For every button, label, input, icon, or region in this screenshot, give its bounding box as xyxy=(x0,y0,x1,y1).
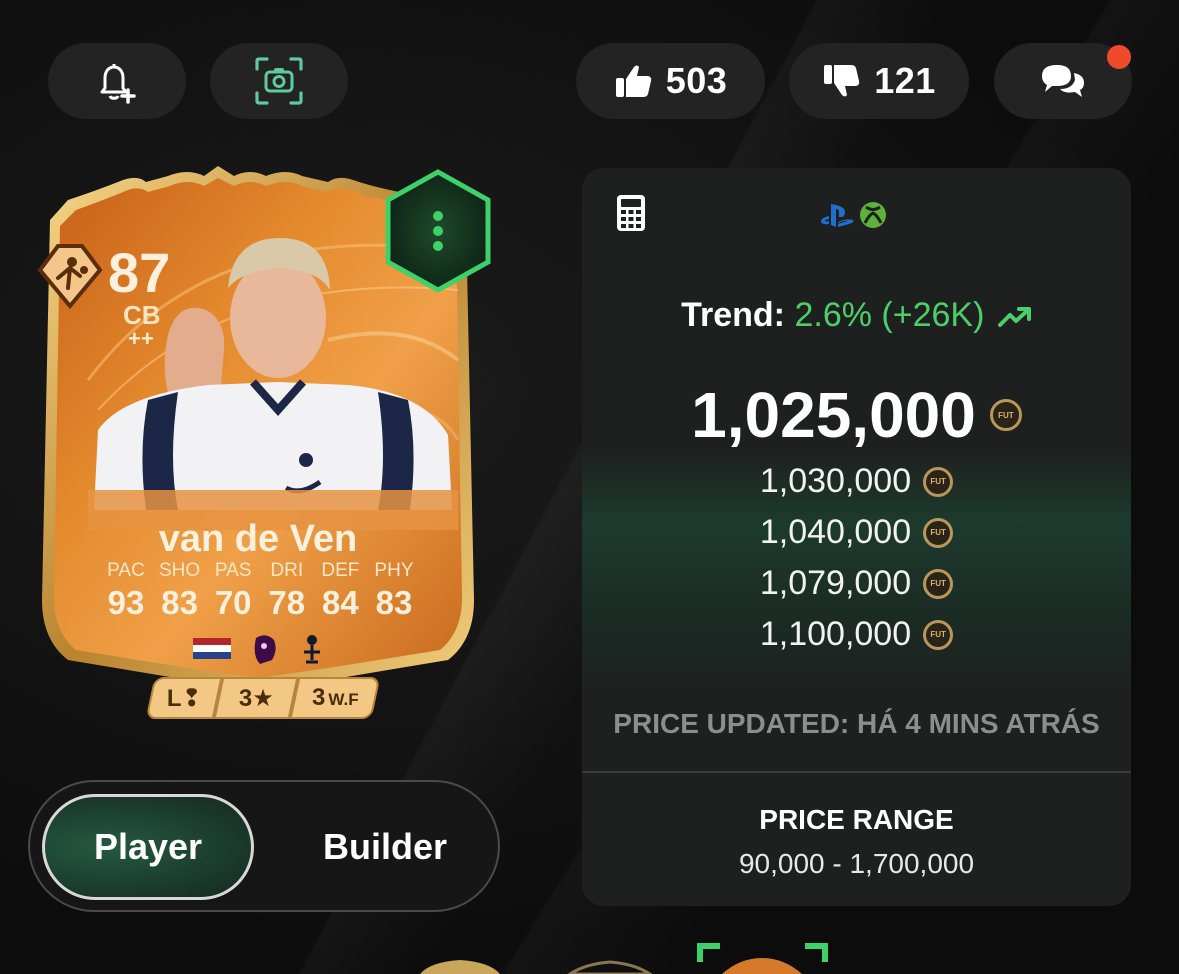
calculator-icon[interactable] xyxy=(616,194,646,232)
position-plus: ++ xyxy=(128,326,154,351)
listing-price-row: 1,030,000 FUT xyxy=(582,462,1131,501)
listing-price: 1,100,000 xyxy=(759,615,912,653)
bell-plus-icon xyxy=(100,64,136,104)
view-toggle: Player Builder xyxy=(28,780,500,912)
price-range-title: PRICE RANGE xyxy=(759,804,954,835)
weak-foot-label: W.F xyxy=(328,690,359,709)
player-name: van de Ven xyxy=(158,518,358,560)
current-price: 1,025,000 xyxy=(691,379,976,451)
player-traits: L❢ 3★ 3 W.F xyxy=(145,677,381,719)
stat-labels: PAC SHO PAS DRI DEF PHY xyxy=(100,560,420,582)
stat-label: DRI xyxy=(270,560,304,581)
screenshot-camera-icon xyxy=(255,57,303,105)
current-price-row: 1,025,000 FUT xyxy=(582,378,1131,452)
coin-icon: FUT xyxy=(923,466,954,497)
stat-value: 93 xyxy=(107,584,145,621)
stat-value: 70 xyxy=(214,584,252,621)
thumbs-down-icon xyxy=(824,65,860,97)
price-panel: Trend: 2.6% (+26K) 1,025,000 FUT 1,030,0… xyxy=(582,168,1131,906)
weak-foot-chip: 3 W.F xyxy=(289,677,381,719)
weak-foot: 3 xyxy=(311,684,326,711)
star-icon: ★ xyxy=(251,684,274,712)
stat-label: SHO xyxy=(159,560,201,581)
trend-label: Trend: xyxy=(681,296,786,334)
tab-player[interactable]: Player xyxy=(42,794,254,900)
price-range-value: 90,000 - 1,700,000 xyxy=(738,848,975,879)
trend-up-icon xyxy=(997,307,1031,328)
stat-value: 83 xyxy=(161,584,198,621)
notification-dot xyxy=(1107,45,1131,69)
stat-label: PAC xyxy=(107,560,145,581)
stat-label: PHY xyxy=(374,560,414,581)
trend-line: Trend: 2.6% (+26K) xyxy=(582,296,1131,335)
skill-moves: 3 xyxy=(238,684,252,712)
like-button[interactable]: 503 xyxy=(576,43,765,119)
price-updated-text: PRICE UPDATED: HÁ 4 MINS ATRÁS xyxy=(613,708,1100,739)
listing-price-row: 1,040,000 FUT xyxy=(582,513,1131,552)
netherlands-flag-icon xyxy=(193,638,231,659)
card-options-button[interactable] xyxy=(382,168,494,294)
trend-value: 2.6% (+26K) xyxy=(794,296,985,334)
stat-label: PAS xyxy=(214,560,252,581)
coin-icon: FUT xyxy=(923,568,954,599)
next-cards-preview xyxy=(420,943,828,974)
preferred-foot-chip: L❢ xyxy=(145,677,223,719)
stat-values: 93 83 70 78 84 83 xyxy=(100,584,420,622)
listing-price-row: 1,100,000 FUT xyxy=(582,615,1131,654)
hex-badge xyxy=(385,169,491,293)
tab-builder[interactable]: Builder xyxy=(280,794,490,900)
listing-price: 1,079,000 xyxy=(759,564,912,602)
stat-value: 83 xyxy=(375,584,413,621)
dislike-button[interactable]: 121 xyxy=(789,43,969,119)
more-vertical-icon xyxy=(433,211,443,251)
thumbs-up-icon xyxy=(615,65,651,97)
xbox-icon xyxy=(860,202,886,228)
stat-value: 84 xyxy=(322,584,359,621)
skill-moves-chip: 3★ xyxy=(213,677,299,719)
screenshot-button[interactable] xyxy=(210,43,348,119)
coin-icon: FUT xyxy=(989,399,1022,431)
listing-price-row: 1,079,000 FUT xyxy=(582,564,1131,603)
listing-price: 1,030,000 xyxy=(759,462,912,500)
divider xyxy=(582,771,1131,773)
dislike-count: 121 xyxy=(874,60,936,101)
foot-icon: ❢ xyxy=(181,684,202,712)
chat-bubbles-icon xyxy=(1042,65,1084,97)
add-alert-button[interactable] xyxy=(48,43,186,119)
player-rating: 87 xyxy=(108,241,171,304)
like-count: 503 xyxy=(665,60,728,101)
stat-value: 78 xyxy=(268,584,306,621)
listing-price: 1,040,000 xyxy=(759,513,912,551)
preferred-foot: L xyxy=(166,684,182,712)
playstation-icon xyxy=(821,204,854,227)
coin-icon: FUT xyxy=(923,619,954,650)
coin-icon: FUT xyxy=(923,517,954,548)
platform-icons xyxy=(819,201,887,229)
stat-label: DEF xyxy=(321,560,360,581)
